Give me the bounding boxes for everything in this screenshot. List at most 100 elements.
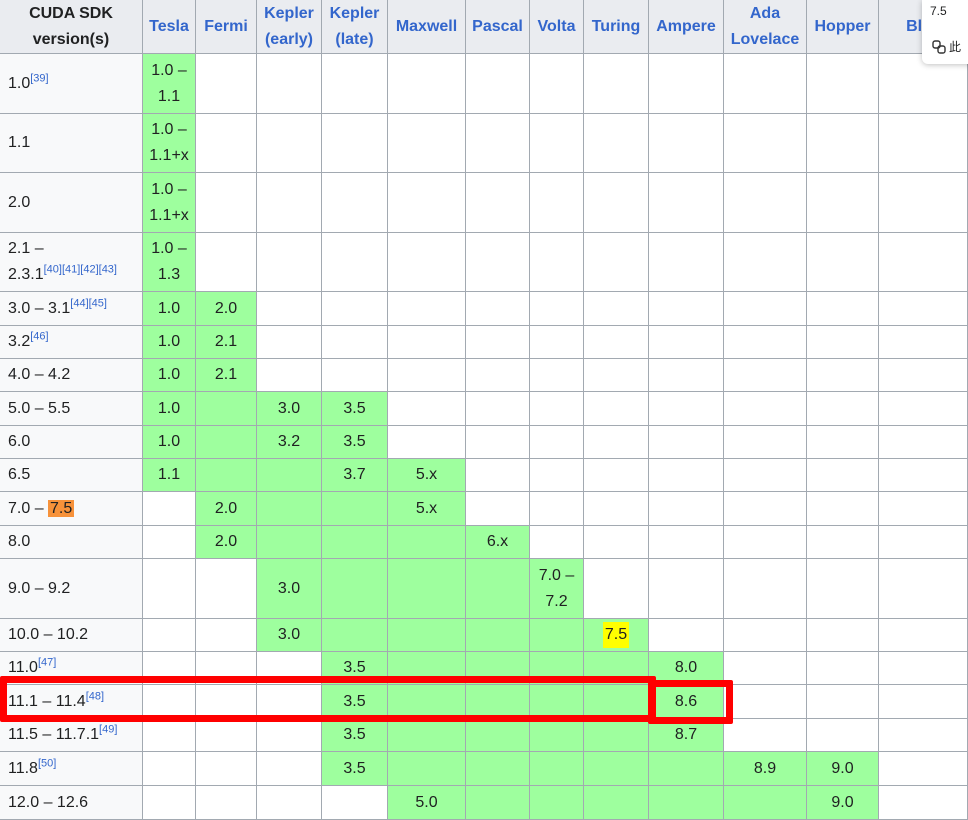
version-label: 12.0 – 12.6 [8,793,89,811]
table-cell [466,559,530,619]
column-header-pascal[interactable]: Pascal [466,0,530,54]
column-header-kepler--early-[interactable]: Kepler (early) [257,0,322,54]
table-cell [196,685,257,719]
table-cell [388,173,466,233]
table-cell [322,54,388,114]
table-cell [584,459,649,492]
version-label-wrap: 2.1 – 2.3.1[40][41][42][43] [8,236,117,288]
version-label: 6.0 [8,433,31,450]
table-cell [322,292,388,326]
table-cell [530,54,584,114]
cell-value: 3.0 [277,399,301,417]
table-cell: 3.7 [322,459,388,492]
table-cell [807,173,879,233]
reference-link[interactable]: [49] [99,724,117,736]
cell-value: 3.5 [343,692,366,710]
table-cell [807,392,879,426]
table-cell: 2.0 [196,526,257,559]
cell-value: 1.1 [157,466,181,483]
table-cell [807,292,879,326]
table-cell [196,786,257,820]
table-cell [257,173,322,233]
table-cell [807,359,879,392]
reference-link[interactable]: [47] [38,657,56,669]
table-cell [322,526,388,559]
cell-value: 2.1 [214,366,238,383]
row-header-version: 6.0 [0,426,143,459]
version-label: 1.0 [8,74,31,92]
table-cell [879,652,968,685]
table-cell: 1.0 [143,292,196,326]
version-label: 2.0 [8,193,31,211]
cell-value: 1.0 [157,433,181,450]
table-cell [143,619,196,652]
table-cell [724,559,807,619]
table-cell [584,559,649,619]
table-cell [807,54,879,114]
table-cell [466,292,530,326]
popup-action-button[interactable]: 此 [932,38,961,55]
table-cell: 1.0 [143,326,196,359]
column-header-ampere[interactable]: Ampere [649,0,724,54]
table-cell [584,173,649,233]
column-header-label: Maxwell [395,17,458,35]
cell-value: 6.x [486,533,509,550]
column-header-tesla[interactable]: Tesla [143,0,196,54]
version-label-wrap: 2.0 [8,190,30,216]
table-cell: 3.0 [257,619,322,652]
reference-link[interactable]: [39] [30,72,48,84]
table-cell [196,719,257,752]
version-label-wrap: 10.0 – 10.2 [8,622,88,648]
table-cell [584,292,649,326]
reference-link[interactable]: [40][41][42][43] [44,264,117,276]
table-cell [322,173,388,233]
table-cell [807,326,879,359]
column-header-ada-lovelace[interactable]: Ada Lovelace [724,0,807,54]
column-header-hopper[interactable]: Hopper [807,0,879,54]
table-cell [388,359,466,392]
cell-value: 1.0 [157,299,181,317]
version-label: 8.0 [8,533,31,550]
column-header-maxwell[interactable]: Maxwell [388,0,466,54]
table-cell [466,173,530,233]
row-header-version: 1.1 [0,114,143,173]
table-cell: 1.0 – 1.1+x [143,114,196,173]
table-cell: 8.6 [649,685,724,719]
table-cell [466,233,530,292]
table-cell [322,326,388,359]
column-header-fermi[interactable]: Fermi [196,0,257,54]
reference-link[interactable]: [50] [38,757,56,769]
selection-popup[interactable]: 7.5 此 [922,0,968,64]
version-label-wrap: 1.1 [8,130,30,156]
reference-link[interactable]: [48] [86,690,104,702]
table-cell [257,526,322,559]
row-header-version: 11.8[50] [0,752,143,786]
table-cell [466,685,530,719]
table-cell [466,752,530,786]
table-cell [143,652,196,685]
table-cell [143,719,196,752]
column-header-turing[interactable]: Turing [584,0,649,54]
table-cell [649,786,724,820]
table-cell [584,685,649,719]
version-label: 7.0 – [8,499,49,517]
version-label-wrap: 4.0 – 4.2 [8,362,70,388]
cell-value: 5.x [415,499,438,517]
table-cell [584,233,649,292]
column-header-label: Fermi [204,17,248,35]
table-cell [649,173,724,233]
table-cell [879,526,968,559]
version-label-wrap: 9.0 – 9.2 [8,576,70,602]
table-cell [724,459,807,492]
column-header-volta[interactable]: Volta [530,0,584,54]
table-cell [466,426,530,459]
column-header-kepler--late-[interactable]: Kepler (late) [322,0,388,54]
cell-value: 3.7 [343,466,366,483]
reference-link[interactable]: [46] [30,331,48,343]
reference-link[interactable]: [44][45] [70,297,107,309]
row-header-version: 5.0 – 5.5 [0,392,143,426]
table-cell: 3.0 [257,559,322,619]
table-cell [530,359,584,392]
table-cell [584,426,649,459]
table-cell [584,719,649,752]
